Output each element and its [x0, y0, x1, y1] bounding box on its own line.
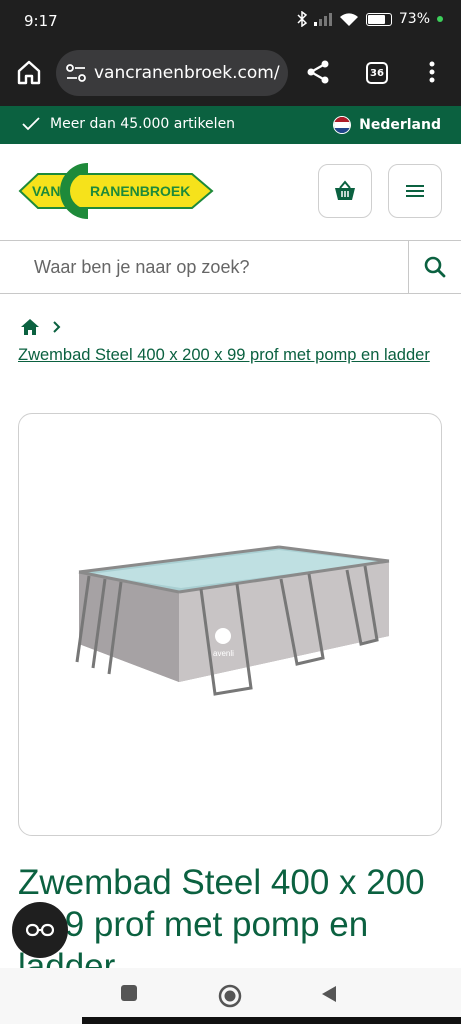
address-bar[interactable]: vancranenbroek.com/ — [56, 50, 288, 96]
breadcrumb-current-link[interactable]: Zwembad Steel 400 x 200 x 99 prof met po… — [18, 344, 448, 367]
battery-icon — [365, 12, 392, 26]
basket-icon — [335, 180, 355, 200]
chevron-right-icon — [53, 321, 61, 333]
cart-button[interactable] — [318, 164, 372, 218]
svg-text:RANENBROEK: RANENBROEK — [90, 183, 190, 199]
more-vert-icon[interactable] — [428, 58, 436, 86]
netherlands-flag-icon — [333, 116, 352, 134]
vancranenbroek-logo[interactable]: VAN RANENBROEK — [18, 162, 214, 220]
search-bar — [0, 240, 461, 294]
search-input[interactable] — [0, 241, 408, 293]
glasses-icon — [26, 923, 54, 937]
square-icon[interactable] — [120, 984, 138, 1002]
search-icon — [424, 256, 446, 278]
check-icon — [22, 117, 40, 131]
home-indicator — [82, 1017, 461, 1024]
home-icon[interactable] — [16, 58, 42, 86]
breadcrumb — [20, 318, 62, 336]
status-bar: 9:17 73% — [0, 0, 461, 44]
signal-icon — [313, 13, 332, 26]
privacy-dot-icon — [437, 16, 443, 22]
menu-button[interactable] — [388, 164, 442, 218]
svg-text:VAN: VAN — [32, 183, 61, 199]
system-nav-bar — [0, 968, 461, 1024]
pool-brand-label: avenli — [213, 649, 234, 658]
url-text: vancranenbroek.com/ — [94, 63, 280, 83]
circle-icon[interactable] — [218, 984, 242, 1008]
back-icon[interactable] — [320, 984, 338, 1004]
wifi-icon — [339, 12, 358, 26]
battery-level: 73% — [398, 11, 430, 27]
browser-toolbar: vancranenbroek.com/ 36 — [0, 44, 461, 106]
site-header: VAN RANENBROEK — [0, 144, 461, 240]
pool-product-image: avenli — [75, 545, 390, 696]
tune-icon[interactable] — [66, 64, 86, 82]
promo-bar: Meer dan 45.000 artikelen Nederland — [0, 106, 461, 144]
reader-mode-button[interactable] — [12, 902, 68, 958]
tab-switcher-button[interactable]: 36 — [366, 62, 388, 84]
country-selector[interactable]: Nederland — [333, 116, 441, 134]
status-time: 9:17 — [24, 12, 58, 30]
bluetooth-icon — [297, 11, 307, 27]
country-label: Nederland — [359, 117, 441, 133]
menu-icon — [406, 185, 424, 197]
status-icons: 73% — [297, 11, 443, 27]
home-icon[interactable] — [20, 318, 40, 336]
promo-text: Meer dan 45.000 artikelen — [50, 116, 236, 132]
share-icon[interactable] — [305, 58, 331, 86]
search-button[interactable] — [408, 241, 461, 293]
product-image-card[interactable]: avenli — [18, 413, 442, 836]
